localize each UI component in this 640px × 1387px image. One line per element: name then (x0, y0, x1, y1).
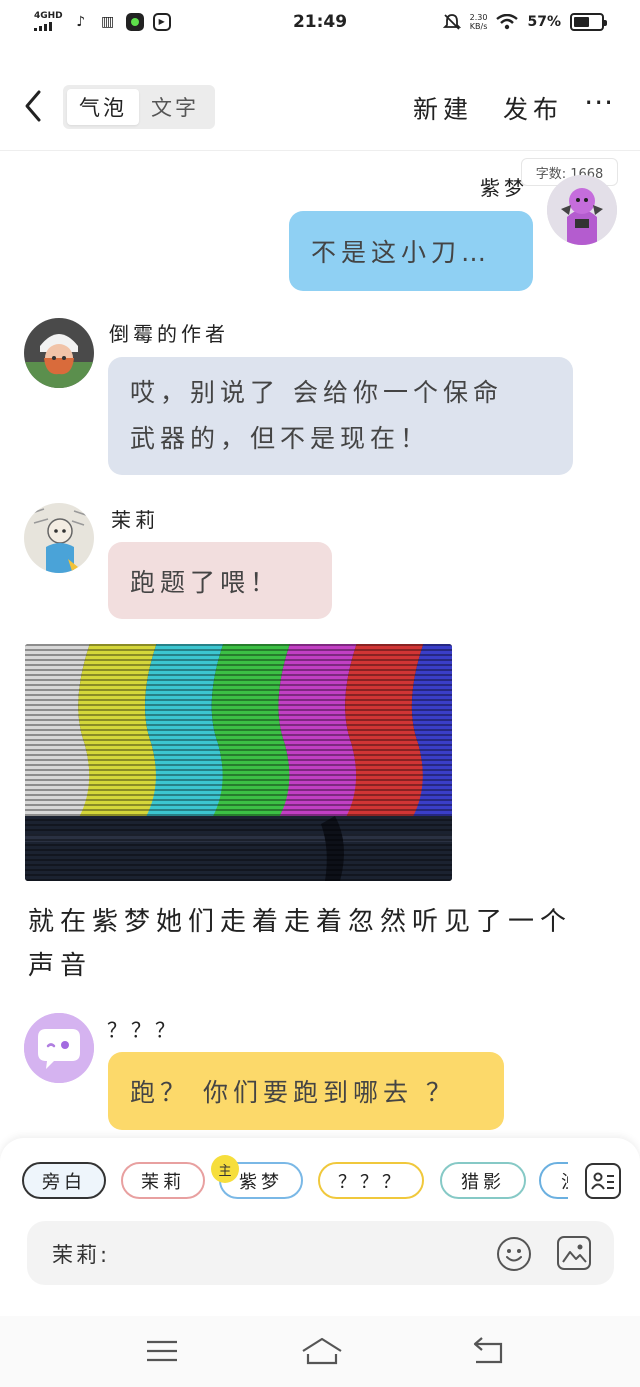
message-bubble[interactable]: 哎，别说了 会给你一个保命 武器的，但不是现在！ (108, 357, 573, 475)
status-right: 2.30 KB/s 57% (442, 13, 607, 31)
message-text: 跑题了喂！ (130, 567, 281, 597)
avatar-purple-character (547, 175, 617, 245)
narration-text: 就在紫梦她们走着走着忽然听见了一个 声音 (28, 900, 618, 988)
message-bubble[interactable]: 跑？ 你们要跑到哪去 ？ (108, 1052, 504, 1130)
smiley-icon (506, 1249, 522, 1262)
avatar[interactable] (24, 1013, 94, 1083)
host-badge: 主 (211, 1155, 239, 1183)
battery-icon (570, 13, 607, 31)
back-nav-button[interactable] (470, 1334, 506, 1368)
avatar[interactable] (547, 175, 617, 245)
avatar[interactable] (24, 318, 94, 388)
role-lieying[interactable]: 猎影 (440, 1162, 526, 1199)
tab-text[interactable]: 文字 (139, 89, 211, 125)
role-selector: 旁白 茉莉 紫梦 ？？？ 猎影 浊 (20, 1162, 568, 1200)
hamburger-icon (147, 1340, 177, 1362)
message-text: 跑？ 你们要跑到哪去 ？ (130, 1078, 456, 1107)
return-icon (473, 1337, 503, 1364)
message-input[interactable]: 茉莉: (27, 1221, 614, 1285)
message-text-line-2: 武器的，但不是现在！ (130, 424, 431, 453)
menu-button[interactable] (144, 1334, 180, 1368)
role-label: 茉莉 (141, 1171, 185, 1193)
role-label: 紫梦 (239, 1171, 283, 1193)
chat-bubble-icon (24, 1013, 94, 1083)
net-speed: 2.30 KB/s (470, 13, 488, 31)
role-label: 猎影 (461, 1171, 505, 1193)
new-button[interactable]: 新建 (413, 90, 473, 126)
role-label: 浊 (561, 1168, 568, 1194)
home-icon (302, 1337, 342, 1365)
net-speed-value: 2.30 (469, 13, 488, 22)
current-role-label: 茉莉: (52, 1243, 111, 1267)
role-list-button[interactable] (585, 1163, 621, 1199)
picture-icon (562, 1244, 587, 1263)
role-label: ？？？ (338, 1171, 404, 1193)
wifi-icon (496, 14, 519, 30)
mode-switch: 气泡 文字 (63, 85, 215, 129)
emoji-button[interactable] (497, 1237, 531, 1271)
avatar-molly (24, 503, 94, 573)
home-button[interactable] (300, 1334, 344, 1368)
avatar-author (24, 318, 94, 388)
speaker-name: 倒霉的作者 (109, 322, 229, 346)
message-bubble[interactable]: 跑题了喂！ (108, 542, 332, 619)
mute-icon (442, 14, 461, 30)
back-button[interactable] (18, 86, 48, 126)
tv-color-bars (25, 644, 452, 881)
narration-line-2: 声音 (28, 951, 93, 981)
tv-static-image[interactable] (25, 644, 452, 881)
status-bar: 4GHD ♪ ▥ ▶ 21:49 2.30 KB/s 57% (0, 0, 640, 48)
role-label: 旁白 (42, 1171, 86, 1193)
chevron-left-icon (25, 90, 41, 122)
top-bar: 气泡 文字 新建 发布 ··· (0, 70, 640, 144)
role-unknown[interactable]: ？？？ (318, 1162, 424, 1199)
message-text-line-1: 哎，别说了 会给你一个保命 (130, 378, 503, 407)
tab-bubble[interactable]: 气泡 (67, 89, 139, 125)
battery-fill (574, 17, 589, 27)
publish-button[interactable]: 发布 (503, 90, 563, 126)
net-speed-unit: KB/s (469, 22, 488, 31)
role-more[interactable]: 浊 (539, 1162, 568, 1199)
image-button[interactable] (557, 1236, 591, 1270)
message-text: 不是这小刀… (311, 238, 492, 267)
role-narrator[interactable]: 旁白 (22, 1162, 106, 1199)
message-bubble[interactable]: 不是这小刀… (289, 211, 533, 291)
speaker-name: 茉莉 (111, 508, 159, 532)
more-button[interactable]: ··· (584, 89, 614, 117)
speaker-name: ？？？ (107, 1018, 179, 1042)
header-divider (0, 150, 640, 151)
avatar[interactable] (24, 503, 94, 573)
battery-percent: 57% (527, 14, 561, 30)
system-nav-bar (0, 1316, 640, 1387)
contacts-icon (591, 1172, 614, 1190)
role-molly[interactable]: 茉莉 (121, 1162, 205, 1199)
narration-line-1: 就在紫梦她们走着走着忽然听见了一个 (28, 907, 573, 937)
